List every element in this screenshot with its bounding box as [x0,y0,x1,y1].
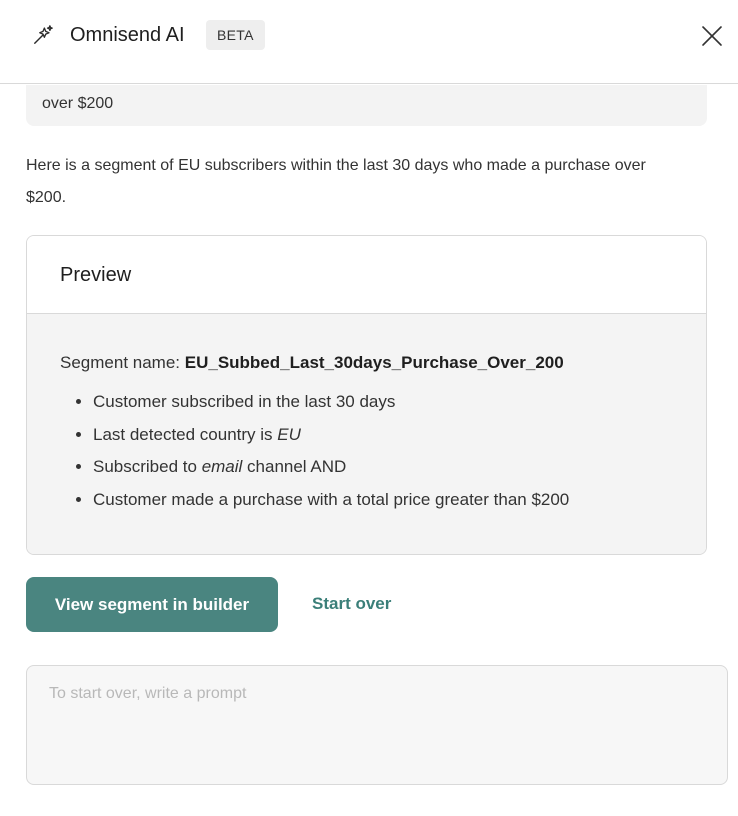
panel-header: Omnisend AI BETA [0,0,738,84]
view-segment-button[interactable]: View segment in builder [26,577,278,632]
beta-badge: BETA [206,20,265,50]
rule-item: Customer subscribed in the last 30 days [93,386,706,419]
rule-emphasis: EU [277,424,301,444]
segment-name-line: Segment name: EU_Subbed_Last_30days_Purc… [60,352,706,374]
segment-name-label: Segment name: [60,353,185,372]
rule-text: Subscribed to [93,457,202,476]
preview-body: Segment name: EU_Subbed_Last_30days_Purc… [27,314,706,554]
segment-name-value: EU_Subbed_Last_30days_Purchase_Over_200 [184,353,564,372]
preview-title: Preview [27,236,706,314]
sparkle-wand-icon [34,25,53,44]
segment-preview-card: Preview Segment name: EU_Subbed_Last_30d… [26,235,707,555]
start-over-button[interactable]: Start over [312,593,391,615]
rule-emphasis: email [201,457,243,476]
rule-text: Customer subscribed in the last 30 days [93,392,396,411]
close-icon[interactable] [700,24,724,48]
ai-reply-text: Here is a segment of EU subscribers with… [26,157,646,206]
panel-title: Omnisend AI [70,24,185,46]
prompt-placeholder: To start over, write a prompt [49,685,247,702]
rule-item: Customer made a purchase with a total pr… [93,484,706,517]
user-message-text: over $200 [42,95,114,112]
rule-text: Last detected country is [93,424,278,444]
rule-text: channel AND [242,457,347,476]
user-message-bubble: over $200 [26,85,707,126]
prompt-input[interactable]: To start over, write a prompt [26,665,728,785]
rule-item: Subscribed to email channel AND [93,451,706,484]
segment-rules-list: Customer subscribed in the last 30 days … [60,386,706,516]
rule-item: Last detected country is EU [93,419,706,452]
rule-text: Customer made a purchase with a total pr… [93,489,570,509]
